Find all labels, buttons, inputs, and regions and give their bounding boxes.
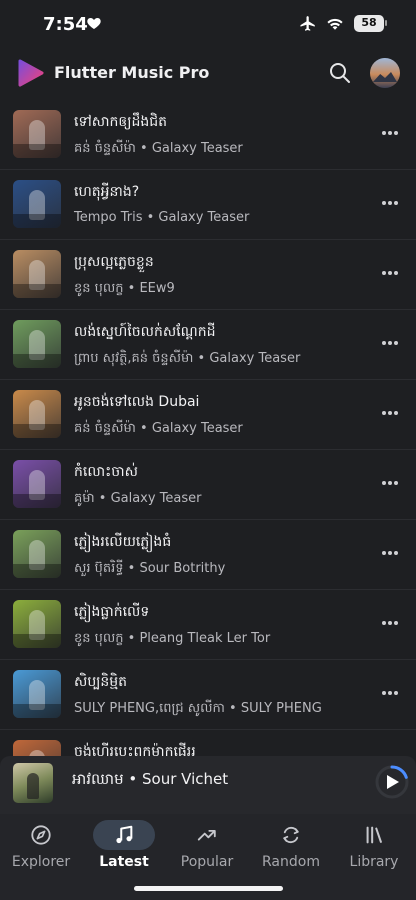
song-thumbnail bbox=[13, 110, 61, 158]
song-artist: គូម៉ា • Galaxy Teaser bbox=[74, 491, 202, 506]
avatar[interactable] bbox=[370, 58, 400, 88]
song-artist: ខូន បុលក្ខ • EEw9 bbox=[74, 281, 175, 296]
song-thumbnail bbox=[13, 180, 61, 228]
more-icon[interactable] bbox=[382, 201, 402, 207]
song-thumbnail bbox=[13, 390, 61, 438]
song-artist: ព្រាប សុវត្ថិ,គន់ ចំន្ទសីម៉ា • Galaxy Te… bbox=[74, 351, 301, 366]
trending-icon bbox=[197, 829, 216, 841]
battery-indicator: 58 bbox=[354, 15, 384, 32]
song-thumbnail bbox=[13, 670, 61, 718]
app-logo-icon bbox=[18, 59, 44, 87]
home-indicator bbox=[134, 886, 283, 891]
song-thumbnail bbox=[13, 740, 61, 756]
song-row[interactable]: ទៅសាកឲ្យដឹងជិតគន់ ចំន្ទសីម៉ា • Galaxy Te… bbox=[0, 100, 416, 170]
nav-item-random[interactable]: Random bbox=[250, 820, 332, 876]
nav-item-latest[interactable]: Latest bbox=[83, 820, 165, 876]
song-title: ចង់ហើរបេះពកម៉ាកផើររ bbox=[74, 744, 196, 756]
wifi-icon bbox=[327, 18, 343, 30]
song-artist: គន់ ចំន្ទសីម៉ា • Galaxy Teaser bbox=[74, 141, 243, 156]
nav-label: Library bbox=[349, 854, 399, 870]
song-title: ទៅសាកឲ្យដឹងជិត bbox=[74, 114, 168, 130]
song-row[interactable]: លង់ស្នេហ៍ចៃលក់សណ្តែកដីព្រាប សុវត្ថិ,គន់ … bbox=[0, 310, 416, 380]
more-icon[interactable] bbox=[382, 131, 402, 137]
compass-icon bbox=[31, 825, 51, 845]
song-thumbnail bbox=[13, 530, 61, 578]
airplane-icon bbox=[300, 16, 315, 31]
more-icon[interactable] bbox=[382, 551, 402, 557]
more-icon[interactable] bbox=[382, 271, 402, 277]
song-title: ប្រុសល្អភ្លេចខ្លួន bbox=[74, 254, 154, 270]
heart-icon bbox=[87, 18, 101, 29]
more-icon[interactable] bbox=[382, 481, 402, 487]
nav-item-library[interactable]: Library bbox=[333, 820, 415, 876]
thumbnail-band bbox=[13, 704, 61, 718]
nav-label: Latest bbox=[99, 854, 149, 870]
thumbnail-band bbox=[13, 354, 61, 368]
playback-progress-ring bbox=[390, 765, 408, 779]
library-icon bbox=[366, 826, 382, 844]
thumbnail-band bbox=[13, 634, 61, 648]
song-row[interactable]: ភ្លៀងរលើយភ្លៀងធំសួរ ប៊ុតរិទ្ធី • Sour Bo… bbox=[0, 520, 416, 590]
song-thumbnail bbox=[13, 460, 61, 508]
thumbnail-band bbox=[13, 494, 61, 508]
song-artist: ខូន បុលក្ខ • Pleang Tleak Ler Tor bbox=[74, 631, 271, 646]
song-row[interactable]: ចង់ហើរបេះពកម៉ាកផើររ bbox=[0, 730, 416, 756]
thumbnail-band bbox=[13, 564, 61, 578]
nav-label: Explorer bbox=[11, 854, 71, 870]
song-thumbnail bbox=[13, 600, 61, 648]
more-icon[interactable] bbox=[382, 691, 402, 697]
song-thumbnail bbox=[13, 250, 61, 298]
battery-tip bbox=[385, 20, 387, 26]
battery-level: 58 bbox=[361, 16, 377, 29]
nav-item-popular[interactable]: Popular bbox=[166, 820, 248, 876]
status-bar: 7:54 58 bbox=[0, 0, 416, 50]
song-row[interactable]: កំលោះចាស់គូម៉ា • Galaxy Teaser bbox=[0, 450, 416, 520]
song-thumbnail bbox=[13, 320, 61, 368]
song-title: ភ្លៀងធ្លាក់លើទ bbox=[74, 604, 150, 620]
nav-item-explorer[interactable]: Explorer bbox=[0, 820, 82, 876]
shuffle-icon bbox=[283, 826, 299, 844]
song-artist: សួរ ប៊ុតរិទ្ធី • Sour Botrithy bbox=[74, 561, 226, 576]
song-artist: Tempo Tris • Galaxy Teaser bbox=[74, 210, 250, 225]
song-row[interactable]: ប្រុសល្អភ្លេចខ្លួនខូន បុលក្ខ • EEw9 bbox=[0, 240, 416, 310]
thumbnail-band bbox=[13, 214, 61, 228]
thumbnail-band bbox=[13, 284, 61, 298]
song-row[interactable]: ហេតុអ្វីនាង? Tempo Tris • Galaxy Teaser bbox=[0, 170, 416, 240]
now-playing-thumbnail bbox=[13, 763, 53, 803]
app-title: Flutter Music Pro bbox=[54, 63, 210, 82]
song-title: សិប្បនិម្មិត bbox=[74, 674, 128, 690]
song-row[interactable]: ភ្លៀងធ្លាក់លើទខូន បុលក្ខ • Pleang Tleak … bbox=[0, 590, 416, 660]
song-row[interactable]: សិប្បនិម្មិត SULY PHENG,ពេជ្រ សូលីកា • SU… bbox=[0, 660, 416, 730]
thumbnail-band bbox=[13, 144, 61, 158]
song-artist: គន់ ចំន្ទសីម៉ា • Galaxy Teaser bbox=[74, 421, 243, 436]
song-title: អូនចង់ទៅលេង Dubai bbox=[74, 394, 200, 410]
play-icon[interactable] bbox=[374, 764, 410, 800]
more-icon[interactable] bbox=[382, 621, 402, 627]
more-icon[interactable] bbox=[382, 341, 402, 347]
song-row[interactable]: អូនចង់ទៅលេង Dubai គន់ ចំន្ទសីម៉ា • Galaxy… bbox=[0, 380, 416, 450]
song-title: លង់ស្នេហ៍ចៃលក់សណ្តែកដី bbox=[74, 324, 216, 340]
nav-label: Popular bbox=[180, 854, 234, 870]
mini-player[interactable]: អាវឈាម • Sour Vichet bbox=[0, 756, 416, 814]
song-title: ភ្លៀងរលើយភ្លៀងធំ bbox=[74, 534, 172, 550]
status-time: 7:54 bbox=[43, 14, 88, 35]
song-title: កំលោះចាស់ bbox=[74, 464, 138, 480]
song-artist: SULY PHENG,ពេជ្រ សូលីកា • SULY PHENG bbox=[74, 701, 322, 716]
song-list[interactable]: ទៅសាកឲ្យដឹងជិតគន់ ចំន្ទសីម៉ា • Galaxy Te… bbox=[0, 100, 416, 756]
music-note-icon bbox=[116, 825, 133, 844]
app-header: Flutter Music Pro bbox=[0, 52, 416, 94]
song-title: ហេតុអ្វីនាង? bbox=[74, 184, 140, 200]
more-icon[interactable] bbox=[382, 411, 402, 417]
nav-label: Random bbox=[262, 854, 320, 870]
now-playing-title: អាវឈាម • Sour Vichet bbox=[72, 770, 229, 788]
search-icon[interactable] bbox=[328, 61, 352, 85]
thumbnail-band bbox=[13, 424, 61, 438]
